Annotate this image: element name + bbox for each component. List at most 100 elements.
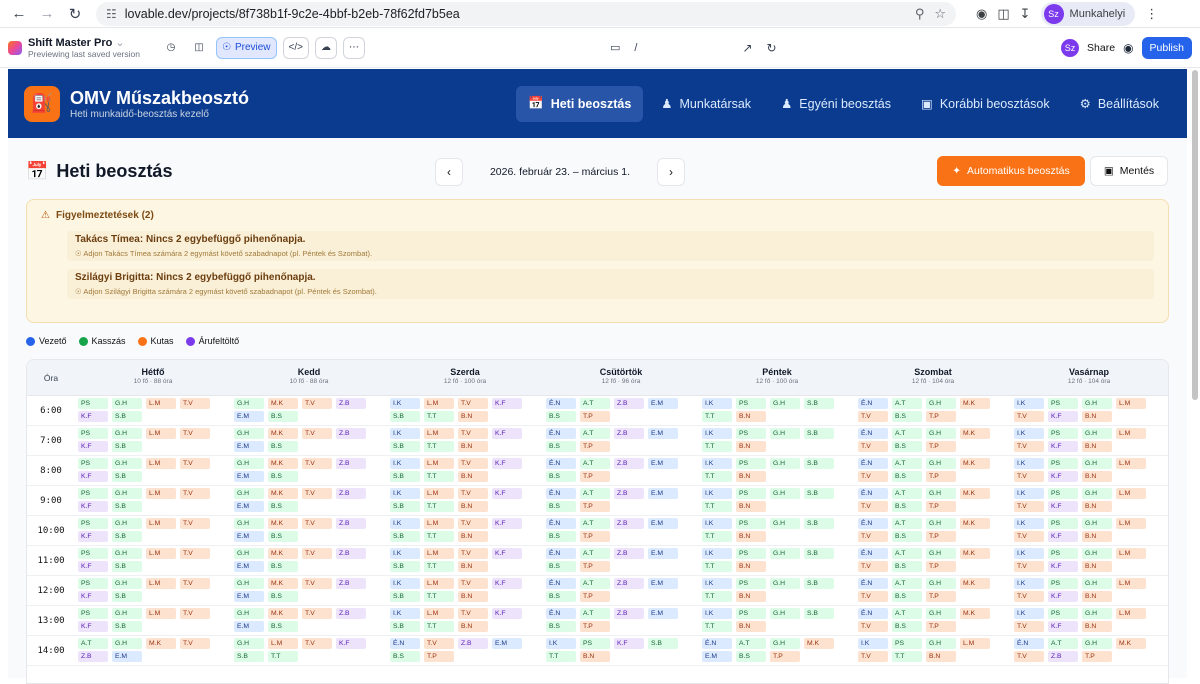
- employee-chip[interactable]: B.N: [926, 651, 956, 662]
- employee-chip[interactable]: T.V: [180, 398, 210, 409]
- employee-chip[interactable]: I.K: [390, 488, 420, 499]
- employee-chip[interactable]: T.T: [702, 501, 732, 512]
- schedule-cell[interactable]: PS G.H L.M T.V K.F S.B: [75, 486, 231, 515]
- schedule-cell[interactable]: É.N A.T G.H M.K T.V B.S T.P: [855, 516, 1011, 545]
- employee-chip[interactable]: L.M: [1116, 548, 1146, 559]
- employee-chip[interactable]: G.H: [234, 638, 264, 649]
- cloud-button[interactable]: ☁: [315, 36, 337, 59]
- employee-chip[interactable]: K.F: [1048, 591, 1078, 602]
- employee-chip[interactable]: E.M: [112, 651, 142, 662]
- site-info-icon[interactable]: ☷: [106, 7, 117, 21]
- employee-chip[interactable]: Z.B: [336, 518, 366, 529]
- employee-chip[interactable]: T.T: [702, 531, 732, 542]
- employee-chip[interactable]: T.V: [180, 608, 210, 619]
- employee-chip[interactable]: G.H: [926, 488, 956, 499]
- employee-chip[interactable]: T.P: [926, 471, 956, 482]
- employee-chip[interactable]: Z.B: [1048, 651, 1078, 662]
- employee-chip[interactable]: T.V: [180, 548, 210, 559]
- schedule-cell[interactable]: I.K PS G.H S.B T.T B.N: [699, 546, 855, 575]
- employee-chip[interactable]: G.H: [770, 548, 800, 559]
- schedule-cell[interactable]: É.N A.T Z.B E.M B.S T.P: [543, 546, 699, 575]
- nav-munkatarsak[interactable]: ♟ Munkatársak: [649, 86, 763, 122]
- employee-chip[interactable]: B.N: [1082, 441, 1112, 452]
- refresh-preview-icon[interactable]: ↻: [767, 41, 777, 55]
- project-selector[interactable]: Shift Master Pro ⌄ Previewing last saved…: [28, 37, 140, 59]
- employee-chip[interactable]: T.V: [302, 608, 332, 619]
- employee-chip[interactable]: I.K: [1014, 488, 1044, 499]
- employee-chip[interactable]: I.K: [1014, 428, 1044, 439]
- employee-chip[interactable]: B.S: [390, 651, 420, 662]
- employee-chip[interactable]: E.M: [234, 471, 264, 482]
- employee-chip[interactable]: L.M: [424, 578, 454, 589]
- employee-chip[interactable]: B.S: [892, 561, 922, 572]
- employee-chip[interactable]: B.N: [1082, 501, 1112, 512]
- employee-chip[interactable]: T.T: [546, 651, 576, 662]
- employee-chip[interactable]: G.H: [1082, 578, 1112, 589]
- employee-chip[interactable]: I.K: [702, 398, 732, 409]
- schedule-cell[interactable]: É.N A.T Z.B E.M B.S T.P: [543, 606, 699, 635]
- schedule-cell[interactable]: I.K PS G.H S.B T.T B.N: [699, 606, 855, 635]
- schedule-cell[interactable]: É.N A.T Z.B E.M B.S T.P: [543, 516, 699, 545]
- employee-chip[interactable]: PS: [78, 548, 108, 559]
- employee-chip[interactable]: É.N: [546, 488, 576, 499]
- employee-chip[interactable]: B.S: [268, 441, 298, 452]
- employee-chip[interactable]: A.T: [736, 638, 766, 649]
- employee-chip[interactable]: G.H: [1082, 518, 1112, 529]
- employee-chip[interactable]: I.K: [1014, 578, 1044, 589]
- employee-chip[interactable]: É.N: [546, 578, 576, 589]
- employee-chip[interactable]: T.V: [858, 621, 888, 632]
- employee-chip[interactable]: M.K: [268, 578, 298, 589]
- employee-chip[interactable]: S.B: [804, 428, 834, 439]
- employee-chip[interactable]: L.M: [424, 488, 454, 499]
- employee-chip[interactable]: T.V: [1014, 441, 1044, 452]
- employee-chip[interactable]: B.N: [458, 501, 488, 512]
- employee-chip[interactable]: T.V: [858, 561, 888, 572]
- employee-chip[interactable]: T.T: [702, 591, 732, 602]
- employee-chip[interactable]: B.N: [1082, 471, 1112, 482]
- employee-chip[interactable]: B.S: [546, 621, 576, 632]
- employee-chip[interactable]: T.V: [180, 458, 210, 469]
- employee-chip[interactable]: É.N: [546, 548, 576, 559]
- employee-chip[interactable]: B.N: [1082, 411, 1112, 422]
- employee-chip[interactable]: A.T: [892, 458, 922, 469]
- employee-chip[interactable]: T.P: [580, 441, 610, 452]
- employee-chip[interactable]: B.N: [736, 411, 766, 422]
- employee-chip[interactable]: Z.B: [614, 578, 644, 589]
- employee-chip[interactable]: Z.B: [614, 518, 644, 529]
- employee-chip[interactable]: A.T: [580, 608, 610, 619]
- employee-chip[interactable]: G.H: [926, 458, 956, 469]
- employee-chip[interactable]: M.K: [960, 578, 990, 589]
- employee-chip[interactable]: A.T: [1048, 638, 1078, 649]
- employee-chip[interactable]: G.H: [234, 518, 264, 529]
- employee-chip[interactable]: B.N: [1082, 531, 1112, 542]
- employee-chip[interactable]: M.K: [960, 518, 990, 529]
- employee-chip[interactable]: B.S: [892, 441, 922, 452]
- employee-chip[interactable]: T.T: [268, 651, 298, 662]
- employee-chip[interactable]: E.M: [234, 591, 264, 602]
- employee-chip[interactable]: T.P: [926, 591, 956, 602]
- employee-chip[interactable]: G.H: [234, 398, 264, 409]
- schedule-cell[interactable]: I.K PS G.H L.M T.V K.F B.N: [1011, 396, 1167, 425]
- nav-korabbi-beosztasok[interactable]: ▣ Korábbi beosztások: [909, 86, 1062, 122]
- employee-chip[interactable]: I.K: [1014, 518, 1044, 529]
- employee-chip[interactable]: É.N: [546, 458, 576, 469]
- employee-chip[interactable]: G.H: [770, 428, 800, 439]
- employee-chip[interactable]: M.K: [268, 398, 298, 409]
- employee-chip[interactable]: A.T: [892, 608, 922, 619]
- zoom-icon[interactable]: ⚲: [915, 6, 925, 22]
- employee-chip[interactable]: T.P: [770, 651, 800, 662]
- employee-chip[interactable]: K.F: [492, 488, 522, 499]
- employee-chip[interactable]: S.B: [112, 411, 142, 422]
- employee-chip[interactable]: G.H: [926, 428, 956, 439]
- employee-chip[interactable]: B.N: [458, 471, 488, 482]
- employee-chip[interactable]: L.M: [1116, 398, 1146, 409]
- employee-chip[interactable]: B.N: [736, 591, 766, 602]
- employee-chip[interactable]: G.H: [926, 578, 956, 589]
- employee-chip[interactable]: Z.B: [614, 398, 644, 409]
- code-view-button[interactable]: </>: [282, 36, 309, 59]
- schedule-cell[interactable]: É.N A.T G.H M.K T.V B.S T.P: [855, 546, 1011, 575]
- employee-chip[interactable]: G.H: [926, 398, 956, 409]
- employee-chip[interactable]: A.T: [580, 458, 610, 469]
- employee-chip[interactable]: S.B: [234, 651, 264, 662]
- employee-chip[interactable]: T.V: [458, 518, 488, 529]
